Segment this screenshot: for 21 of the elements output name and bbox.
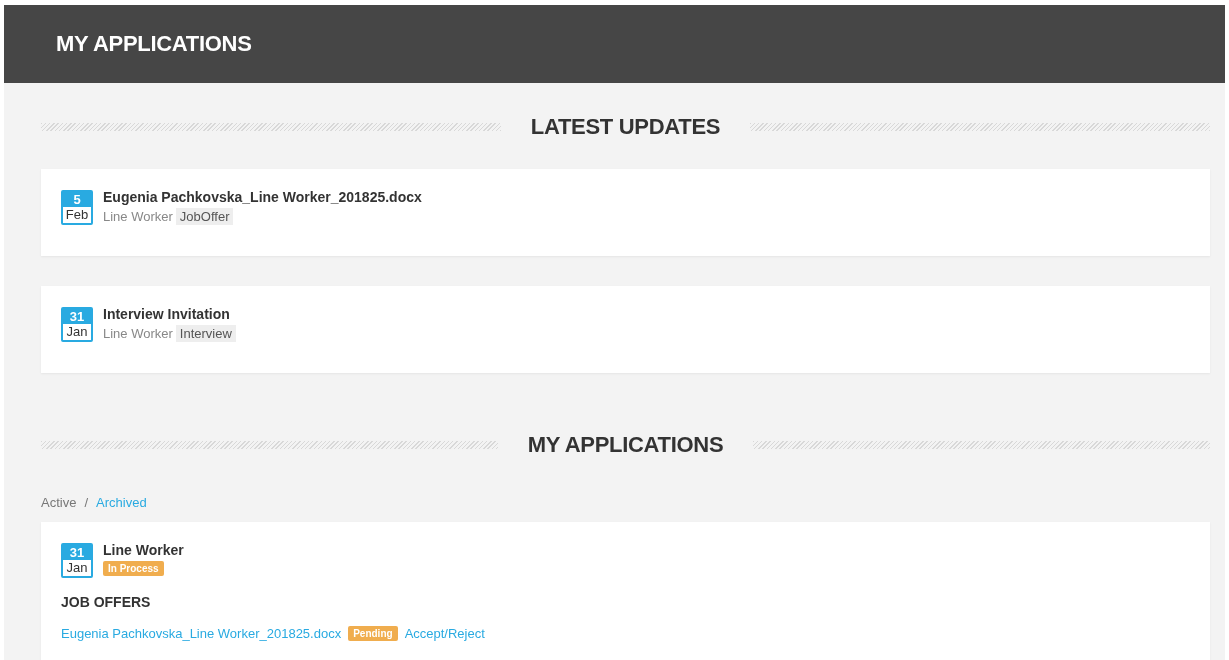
filter-link[interactable]: Active — [41, 495, 77, 510]
file-link[interactable]: Eugenia Pachkovska_Line Worker_201825.docx — [61, 626, 342, 641]
job-title: Line Worker — [103, 326, 173, 341]
accept-reject-link[interactable]: Accept/Reject — [404, 626, 485, 641]
application-title: Line Worker — [103, 542, 184, 558]
separator: / — [84, 495, 89, 510]
status-badge: Pending — [348, 626, 398, 641]
date-badge: 5 Feb — [61, 190, 93, 225]
subsection-title: JOB OFFERS — [61, 594, 152, 610]
status-badge: In Process — [103, 561, 164, 576]
update-title: Eugenia Pachkovska_Line Worker_201825.docx — [103, 189, 422, 205]
date-badge: 31 Jan — [61, 543, 93, 578]
update-tag: JobOffer — [175, 208, 234, 225]
section-title: MY APPLICATIONS — [527, 432, 724, 458]
section-title: LATEST UPDATES — [530, 114, 721, 140]
update-title: Interview Invitation — [103, 306, 231, 322]
page-title: MY APPLICATIONS — [56, 31, 252, 57]
job-title: Line Worker — [103, 209, 173, 224]
date-badge: 31 Jan — [61, 307, 93, 342]
filter-link[interactable]: Archived — [96, 495, 147, 510]
update-tag: Interview — [175, 325, 236, 342]
